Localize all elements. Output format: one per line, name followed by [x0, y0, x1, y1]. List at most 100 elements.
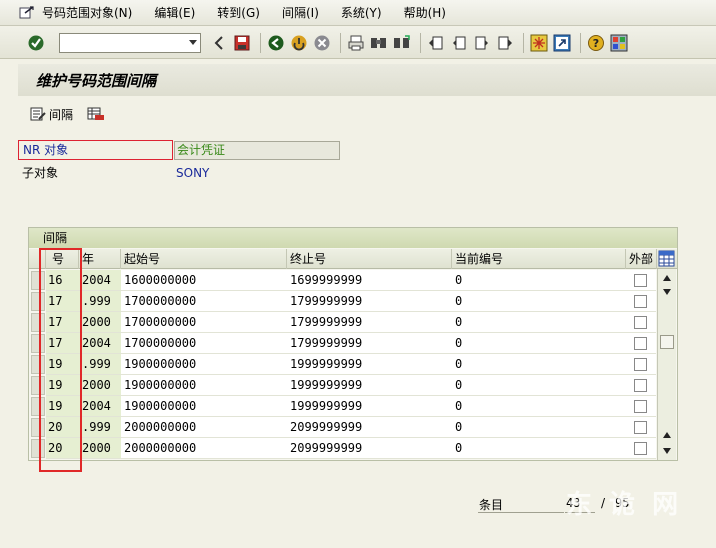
- enter-icon[interactable]: [26, 33, 46, 53]
- table-row[interactable]: 17 2004 1700000000 1799999999 0: [29, 333, 677, 354]
- customize-icon[interactable]: [609, 33, 629, 53]
- cell-year[interactable]: .999: [79, 417, 121, 438]
- table-row[interactable]: 17.999 1700000000 1799999999 0: [29, 291, 677, 312]
- find-next-icon[interactable]: [392, 33, 412, 53]
- cell-year[interactable]: 2000: [79, 375, 121, 396]
- table-settings-icon[interactable]: [658, 250, 675, 267]
- cell-end-number[interactable]: 1999999999: [287, 396, 452, 417]
- cell-end-number[interactable]: 1799999999: [287, 333, 452, 354]
- external-checkbox[interactable]: [634, 442, 647, 455]
- cell-start-number[interactable]: 1900000000: [121, 396, 287, 417]
- cell-end-number[interactable]: 1799999999: [287, 291, 452, 312]
- command-field[interactable]: [59, 32, 201, 53]
- cell-current-number[interactable]: 0: [452, 438, 626, 459]
- svg-text:?: ?: [593, 37, 599, 50]
- cell-end-number[interactable]: 1699999999: [287, 270, 452, 291]
- prev-page-icon[interactable]: [449, 33, 469, 53]
- scroll-page-down-icon[interactable]: [663, 289, 671, 295]
- external-checkbox[interactable]: [634, 358, 647, 371]
- cell-year[interactable]: 2004: [79, 270, 121, 291]
- header-start-number[interactable]: 起始号: [121, 249, 287, 269]
- save-icon[interactable]: [232, 33, 252, 53]
- next-page-icon[interactable]: [472, 33, 492, 53]
- cell-current-number[interactable]: 0: [452, 270, 626, 291]
- exit-icon[interactable]: [289, 33, 309, 53]
- cell-current-number[interactable]: 0: [452, 312, 626, 333]
- vertical-scrollbar[interactable]: [657, 269, 676, 460]
- nr-object-field[interactable]: 会计凭证: [174, 141, 340, 160]
- cell-end-number[interactable]: 2099999999: [287, 417, 452, 438]
- help-icon[interactable]: ?: [586, 33, 606, 53]
- cell-year[interactable]: .999: [79, 291, 121, 312]
- cell-end-number[interactable]: 1999999999: [287, 354, 452, 375]
- interval-button[interactable]: 间隔: [30, 106, 73, 123]
- table-row[interactable]: 17 2000 1700000000 1799999999 0: [29, 312, 677, 333]
- cell-end-number[interactable]: 1999999999: [287, 375, 452, 396]
- scroll-up-arrow-icon[interactable]: [663, 275, 671, 281]
- external-checkbox[interactable]: [634, 421, 647, 434]
- find-icon[interactable]: [369, 33, 389, 53]
- command-input[interactable]: [60, 33, 180, 52]
- menu-exit-icon[interactable]: [18, 5, 36, 21]
- external-checkbox[interactable]: [634, 316, 647, 329]
- new-session-icon[interactable]: [529, 33, 549, 53]
- external-checkbox[interactable]: [634, 295, 647, 308]
- cell-current-number[interactable]: 0: [452, 417, 626, 438]
- menu-number-range-object[interactable]: 号码范围对象(N): [42, 4, 132, 21]
- cell-start-number[interactable]: 1600000000: [121, 270, 287, 291]
- menu-system[interactable]: 系统(Y): [341, 4, 382, 21]
- cell-start-number[interactable]: 1900000000: [121, 375, 287, 396]
- cell-start-number[interactable]: 2000000000: [121, 417, 287, 438]
- scroll-page-up-icon[interactable]: [663, 432, 671, 438]
- back-icon[interactable]: [209, 33, 229, 53]
- scroll-down-arrow-icon[interactable]: [663, 448, 671, 454]
- cell-start-number[interactable]: 1700000000: [121, 312, 287, 333]
- menu-edit[interactable]: 编辑(E): [154, 4, 195, 21]
- print-icon[interactable]: [346, 33, 366, 53]
- cell-start-number[interactable]: 2000000000: [121, 438, 287, 459]
- cell-start-number[interactable]: 1700000000: [121, 291, 287, 312]
- cell-year[interactable]: 2000: [79, 438, 121, 459]
- cell-end-number[interactable]: 2099999999: [287, 438, 452, 459]
- cell-end-number[interactable]: 1799999999: [287, 312, 452, 333]
- external-checkbox[interactable]: [634, 274, 647, 287]
- cell-year[interactable]: 2004: [79, 396, 121, 417]
- external-checkbox[interactable]: [634, 337, 647, 350]
- cell-start-number[interactable]: 1700000000: [121, 333, 287, 354]
- header-year[interactable]: 年: [79, 249, 121, 269]
- chevron-down-icon[interactable]: [189, 39, 197, 45]
- external-checkbox[interactable]: [634, 400, 647, 413]
- cell-current-number[interactable]: 0: [452, 354, 626, 375]
- toolbar-separator: [420, 32, 421, 53]
- table-row[interactable]: 16 2004 1600000000 1699999999 0: [29, 270, 677, 291]
- cell-start-number[interactable]: 1900000000: [121, 354, 287, 375]
- table-row[interactable]: 20 2000 2000000000 2099999999 0: [29, 438, 677, 459]
- shortcut-icon[interactable]: [552, 33, 572, 53]
- header-current-number[interactable]: 当前编号: [452, 249, 626, 269]
- menu-help[interactable]: 帮助(H): [404, 4, 446, 21]
- cell-current-number[interactable]: 0: [452, 291, 626, 312]
- number-column-highlight: [39, 248, 82, 472]
- cell-current-number[interactable]: 0: [452, 333, 626, 354]
- menu-interval[interactable]: 间隔(I): [282, 4, 319, 21]
- scrollbar-thumb[interactable]: [660, 335, 674, 349]
- table-row[interactable]: 19 2000 1900000000 1999999999 0: [29, 375, 677, 396]
- cell-year[interactable]: 2000: [79, 312, 121, 333]
- external-checkbox[interactable]: [634, 379, 647, 392]
- table-row[interactable]: 19.999 1900000000 1999999999 0: [29, 354, 677, 375]
- nr-object-label: NR 对象: [18, 140, 173, 160]
- cell-year[interactable]: 2004: [79, 333, 121, 354]
- cell-current-number[interactable]: 0: [452, 396, 626, 417]
- header-external[interactable]: 外部: [626, 249, 657, 269]
- back-nav-icon[interactable]: [266, 33, 286, 53]
- cell-year[interactable]: .999: [79, 354, 121, 375]
- table-row[interactable]: 20.999 2000000000 2099999999 0: [29, 417, 677, 438]
- last-page-icon[interactable]: [495, 33, 515, 53]
- change-status-button[interactable]: [87, 106, 108, 122]
- first-page-icon[interactable]: [426, 33, 446, 53]
- cell-current-number[interactable]: 0: [452, 375, 626, 396]
- table-row[interactable]: 19 2004 1900000000 1999999999 0: [29, 396, 677, 417]
- cancel-icon[interactable]: [312, 33, 332, 53]
- menu-goto[interactable]: 转到(G): [217, 4, 260, 21]
- header-end-number[interactable]: 终止号: [287, 249, 452, 269]
